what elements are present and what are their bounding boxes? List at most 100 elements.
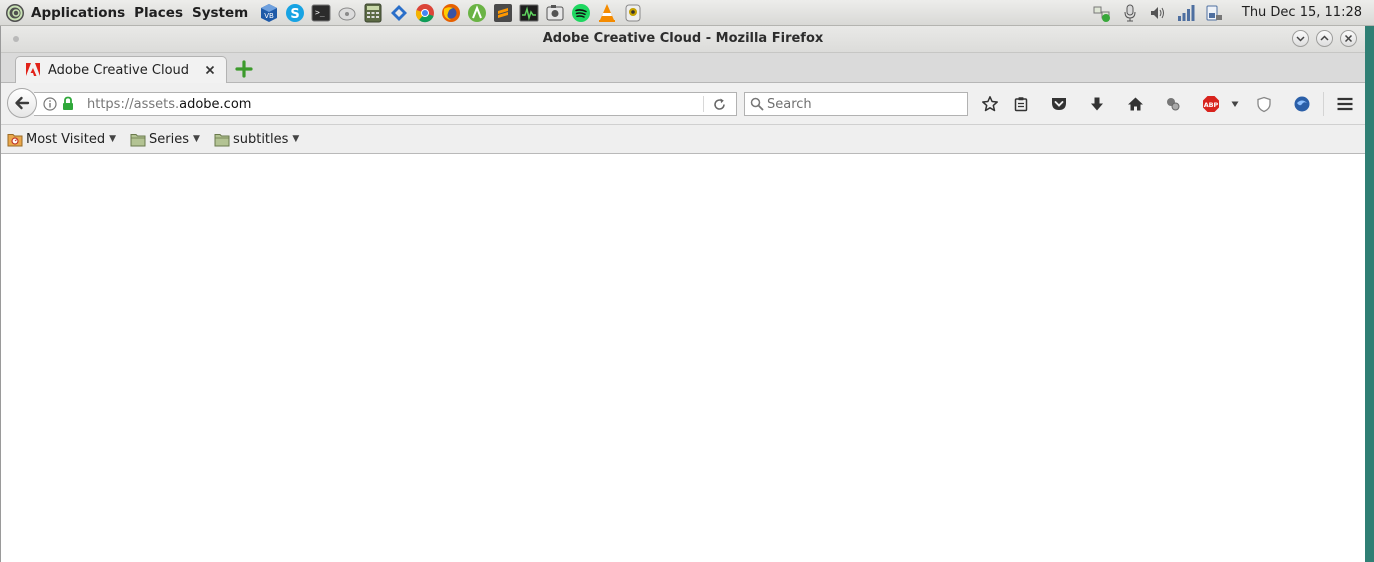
- extension-button[interactable]: [1163, 94, 1183, 114]
- network-status-icon[interactable]: [1092, 3, 1112, 23]
- calculator-icon[interactable]: [363, 3, 383, 23]
- url-bar-divider: [703, 96, 704, 112]
- privacy-badger-button[interactable]: [1254, 94, 1274, 114]
- search-icon: [750, 97, 764, 111]
- most-visited-icon: [7, 133, 23, 146]
- shield-icon: [1257, 96, 1271, 112]
- close-icon: [1344, 34, 1353, 43]
- virtualbox-icon[interactable]: VB: [259, 3, 279, 23]
- adblock-menu-button[interactable]: [1225, 94, 1245, 114]
- bookmark-label: Series: [149, 131, 190, 147]
- svg-text:S: S: [291, 7, 300, 22]
- url-text[interactable]: https://assets.adobe.com: [87, 97, 251, 112]
- back-button[interactable]: [7, 88, 37, 118]
- star-icon: [982, 96, 998, 112]
- dropdown-arrow-icon: ▼: [193, 134, 200, 144]
- tab-title: Adobe Creative Cloud: [48, 62, 190, 78]
- remmina-icon[interactable]: [389, 3, 409, 23]
- panel-clock[interactable]: Thu Dec 15, 11:28: [1242, 5, 1362, 20]
- arrow-left-icon: [15, 96, 30, 110]
- pocket-button[interactable]: [1049, 94, 1069, 114]
- screenshot-icon[interactable]: [545, 3, 565, 23]
- sublime-text-icon[interactable]: [493, 3, 513, 23]
- applications-menu[interactable]: Applications: [31, 5, 125, 21]
- bookmark-label: subtitles: [232, 131, 289, 147]
- lock-icon[interactable]: [62, 96, 74, 111]
- url-host: adobe.com: [179, 97, 252, 112]
- battery-icon[interactable]: [1204, 3, 1224, 23]
- terminal-icon[interactable]: >_: [311, 3, 331, 23]
- adobe-icon: [26, 63, 40, 76]
- volume-icon[interactable]: [1148, 3, 1168, 23]
- window-controls: [1285, 30, 1357, 47]
- chevron-up-icon: [1320, 35, 1329, 41]
- vlc-icon[interactable]: [597, 3, 617, 23]
- spotify-icon[interactable]: [571, 3, 591, 23]
- bookmark-label: Most Visited: [26, 131, 106, 147]
- firefox-icon[interactable]: [441, 3, 461, 23]
- pocket-icon: [1052, 98, 1066, 110]
- sync-button[interactable]: [1292, 94, 1312, 114]
- window-titlebar[interactable]: Adobe Creative Cloud - Mozilla Firefox: [1, 26, 1365, 53]
- svg-text:>_: >_: [315, 8, 325, 17]
- extension-icon: [1167, 98, 1180, 111]
- tab-strip: Adobe Creative Cloud: [1, 53, 1365, 83]
- adblock-plus-button[interactable]: ABP: [1201, 94, 1221, 114]
- info-icon[interactable]: [43, 97, 57, 111]
- chevron-down-icon: [1296, 36, 1305, 42]
- bookmark-most-visited[interactable]: Most Visited ▼: [7, 132, 116, 147]
- signal-icon[interactable]: [1176, 3, 1196, 23]
- firefox-window: Adobe Creative Cloud - Mozilla Firefox A…: [0, 26, 1365, 562]
- tab-adobe-creative-cloud[interactable]: Adobe Creative Cloud: [15, 56, 227, 83]
- launcher-bar: VB S >_: [259, 3, 649, 23]
- open-menu-button[interactable]: [1335, 94, 1355, 114]
- svg-text:ABP: ABP: [1204, 101, 1219, 109]
- hamburger-menu-icon: [1337, 97, 1353, 111]
- bookmark-folder-subtitles[interactable]: subtitles ▼: [214, 132, 299, 147]
- bookmark-star-button[interactable]: [980, 94, 1000, 114]
- maximize-button[interactable]: [1316, 30, 1333, 47]
- disk-icon[interactable]: [337, 3, 357, 23]
- chrome-icon[interactable]: [415, 3, 435, 23]
- search-bar[interactable]: [744, 92, 968, 116]
- dropdown-arrow-icon: [1231, 101, 1239, 107]
- toolbar-divider: [1323, 92, 1324, 116]
- dropdown-arrow-icon: ▼: [109, 134, 117, 144]
- skype-icon[interactable]: S: [285, 3, 305, 23]
- search-input[interactable]: [767, 95, 962, 113]
- svg-text:VB: VB: [264, 12, 274, 20]
- close-window-button[interactable]: [1340, 30, 1357, 47]
- android-studio-icon[interactable]: [467, 3, 487, 23]
- folder-icon: [214, 133, 230, 146]
- folder-icon: [130, 133, 146, 146]
- url-bar[interactable]: https://assets.adobe.com: [34, 92, 737, 116]
- dropdown-arrow-icon: ▼: [292, 134, 300, 144]
- clipboard-icon: [1014, 97, 1028, 112]
- home-icon: [1127, 97, 1143, 111]
- system-menu[interactable]: System: [192, 5, 248, 21]
- bookmark-folder-series[interactable]: Series ▼: [130, 132, 200, 147]
- downloads-button[interactable]: [1087, 94, 1107, 114]
- window-title: Adobe Creative Cloud - Mozilla Firefox: [542, 31, 824, 46]
- minimize-button[interactable]: [1292, 30, 1309, 47]
- navigation-toolbar: https://assets.adobe.com Search ABP: [1, 83, 1365, 125]
- close-icon: [205, 65, 215, 75]
- download-arrow-icon: [1091, 97, 1103, 111]
- reload-icon[interactable]: [712, 97, 727, 112]
- adblock-plus-icon: ABP: [1203, 96, 1219, 112]
- system-monitor-icon[interactable]: [519, 3, 539, 23]
- system-panel: Applications Places System VB S >_ Thu D…: [0, 0, 1374, 26]
- home-button[interactable]: [1125, 94, 1145, 114]
- tab-close-button[interactable]: [203, 63, 217, 77]
- places-menu[interactable]: Places: [134, 5, 183, 21]
- debian-menu-icon[interactable]: [5, 3, 25, 23]
- webcam-icon[interactable]: [623, 3, 643, 23]
- microphone-icon[interactable]: [1120, 3, 1140, 23]
- url-scheme: https://assets.: [87, 97, 180, 112]
- reading-list-button[interactable]: [1011, 94, 1031, 114]
- globe-icon: [1294, 96, 1310, 112]
- system-tray: Thu Dec 15, 11:28: [1092, 0, 1374, 25]
- new-tab-button[interactable]: [235, 60, 253, 78]
- bookmarks-toolbar: Most Visited ▼ Series ▼ subtitles ▼: [1, 125, 1365, 154]
- page-content[interactable]: [1, 154, 1365, 562]
